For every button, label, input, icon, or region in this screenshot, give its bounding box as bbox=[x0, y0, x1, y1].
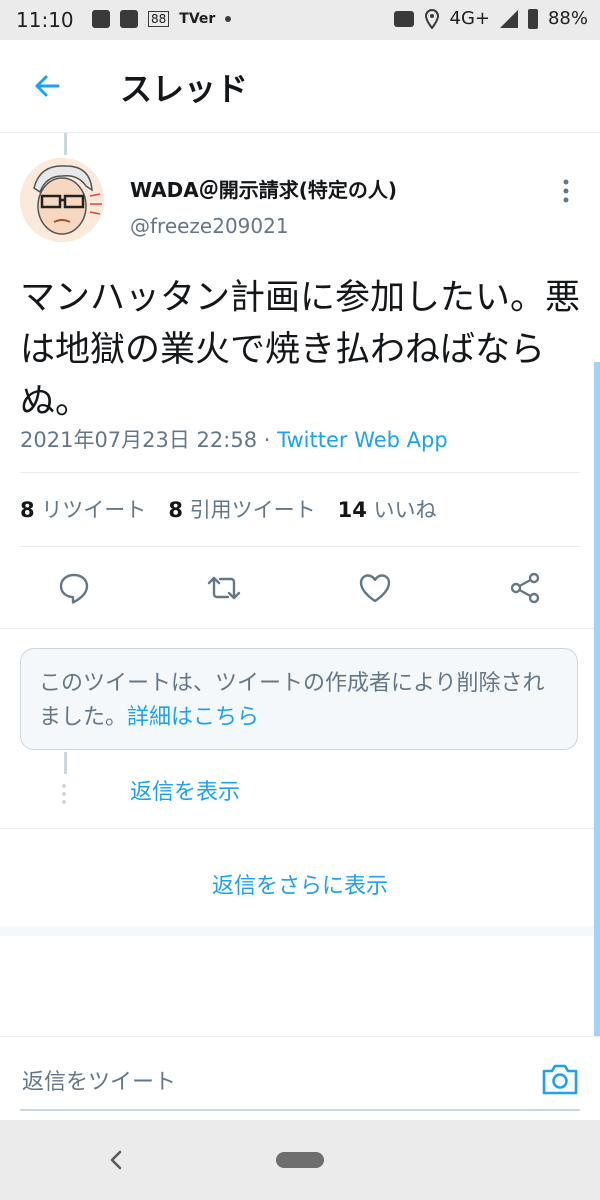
system-nav-bar bbox=[0, 1120, 600, 1200]
author-handle[interactable]: @freeze209021 bbox=[130, 214, 289, 238]
like-icon[interactable] bbox=[357, 570, 393, 606]
likes-stat[interactable]: 14 いいね bbox=[338, 494, 437, 524]
thread-header: スレッド bbox=[0, 40, 600, 133]
avatar-illustration bbox=[20, 158, 104, 242]
section-gap bbox=[0, 926, 600, 936]
retweets-stat[interactable]: 8 リツイート bbox=[20, 494, 146, 524]
author-name[interactable]: WADA＠開示請求(特定の人) bbox=[130, 174, 397, 203]
tweet-stats: 8 リツイート 8 引用ツイート 14 いいね bbox=[20, 494, 437, 524]
battery-level: 88% bbox=[547, 8, 588, 29]
scrollbar[interactable] bbox=[594, 362, 600, 1036]
page-title: スレッド bbox=[120, 70, 249, 108]
status-bar: 11:10 88 TVer 4G+ 88% bbox=[0, 0, 600, 40]
tweet-actions bbox=[0, 560, 600, 616]
divider bbox=[20, 472, 580, 473]
likes-count: 14 bbox=[337, 498, 367, 522]
reply-input[interactable] bbox=[20, 1059, 494, 1105]
status-time: 11:10 bbox=[16, 8, 74, 32]
signal-icon bbox=[499, 9, 518, 28]
cast-icon bbox=[393, 10, 414, 27]
quotes-stat[interactable]: 8 引用ツイート bbox=[168, 494, 315, 524]
location-icon bbox=[424, 8, 439, 29]
back-arrow-icon[interactable] bbox=[28, 66, 68, 106]
camera-icon[interactable] bbox=[540, 1061, 580, 1097]
input-underline bbox=[20, 1109, 580, 1111]
tweet-source-link[interactable]: Twitter Web App bbox=[277, 428, 448, 452]
reply-compose-bar bbox=[0, 1036, 600, 1121]
thread-dots bbox=[62, 780, 68, 808]
tweet-meta: 2021年07月23日 22:58 · Twitter Web App bbox=[20, 424, 448, 454]
deleted-tweet-notice: このツイートは、ツイートの作成者により削除されました。詳細はこちら bbox=[20, 648, 578, 750]
learn-more-link[interactable]: 詳細はこちら bbox=[127, 705, 259, 730]
network-type: 4G+ bbox=[449, 8, 490, 29]
gallery-icon bbox=[92, 10, 110, 28]
deleted-notice-text: このツイートは、ツイートの作成者により削除されました。 bbox=[39, 671, 545, 730]
retweets-count: 8 bbox=[20, 498, 35, 522]
battery-icon bbox=[527, 8, 538, 29]
divider bbox=[0, 828, 600, 829]
retweets-label: リツイート bbox=[41, 498, 147, 522]
share-icon[interactable] bbox=[507, 570, 543, 606]
retweet-icon[interactable] bbox=[206, 570, 242, 606]
nav-home-pill[interactable] bbox=[276, 1152, 324, 1168]
likes-label: いいね bbox=[373, 498, 437, 522]
tweet-text: マンハッタン計画に参加したい。悪は地獄の業火で焼き払わねばならぬ。 bbox=[20, 278, 581, 422]
box-badge-icon: 88 bbox=[148, 11, 170, 27]
quotes-count: 8 bbox=[168, 498, 183, 522]
thread-connector bbox=[64, 133, 67, 155]
quotes-label: 引用ツイート bbox=[189, 498, 316, 522]
notification-icons: 88 TVer bbox=[92, 10, 232, 28]
nav-back-icon[interactable] bbox=[104, 1144, 128, 1176]
tweet-timestamp: 2021年07月23日 22:58 bbox=[20, 428, 258, 452]
divider bbox=[0, 628, 600, 629]
meta-separator: · bbox=[263, 428, 271, 452]
show-more-replies-button[interactable]: 返信をさらに表示 bbox=[0, 868, 600, 900]
system-icons: 4G+ 88% bbox=[393, 8, 588, 29]
reply-icon[interactable] bbox=[56, 570, 92, 606]
thread-connector bbox=[64, 752, 67, 774]
more-notifications-icon bbox=[225, 16, 232, 22]
divider bbox=[20, 546, 580, 547]
tver-icon: TVer bbox=[179, 11, 216, 27]
show-replies-link[interactable]: 返信を表示 bbox=[130, 774, 240, 806]
clipboard-icon bbox=[120, 10, 138, 28]
more-vertical-icon[interactable] bbox=[556, 176, 576, 206]
avatar[interactable] bbox=[20, 158, 104, 242]
